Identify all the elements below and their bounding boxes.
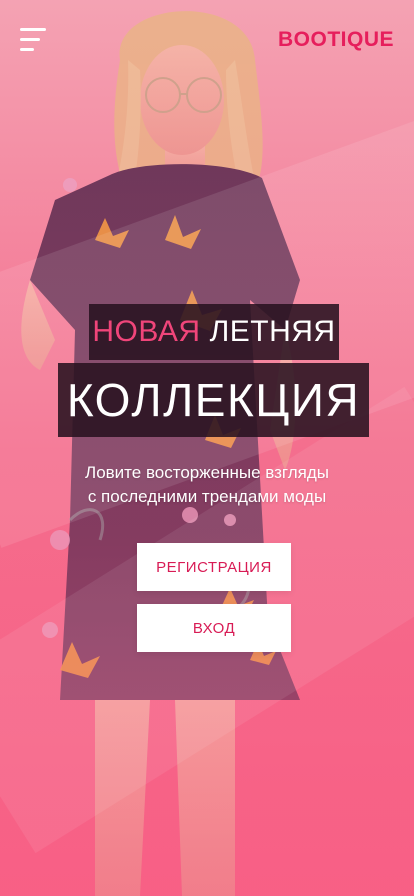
subtitle-line-2: с последними трендами моды [87, 487, 327, 506]
headline-line-1: НОВАЯ ЛЕТНЯЯ [89, 304, 339, 360]
headline-word-summer: ЛЕТНЯЯ [209, 315, 336, 348]
headline-line-2: КОЛЛЕКЦИЯ [58, 363, 369, 437]
hamburger-menu-icon[interactable] [20, 28, 46, 52]
subtitle-line-1: Ловите восторженные взгляды [85, 463, 329, 482]
hero-subtitle: Ловите восторженные взгляды с последними… [40, 461, 374, 509]
brand-logo: BOOTIQUE [277, 28, 394, 51]
app-screen: BOOTIQUE НОВАЯ ЛЕТНЯЯ КОЛЛЕКЦИЯ Ловите в… [0, 0, 414, 896]
login-button[interactable]: ВХОД [137, 604, 291, 652]
register-button[interactable]: РЕГИСТРАЦИЯ [137, 543, 291, 591]
headline-word-new: НОВАЯ [92, 315, 201, 348]
